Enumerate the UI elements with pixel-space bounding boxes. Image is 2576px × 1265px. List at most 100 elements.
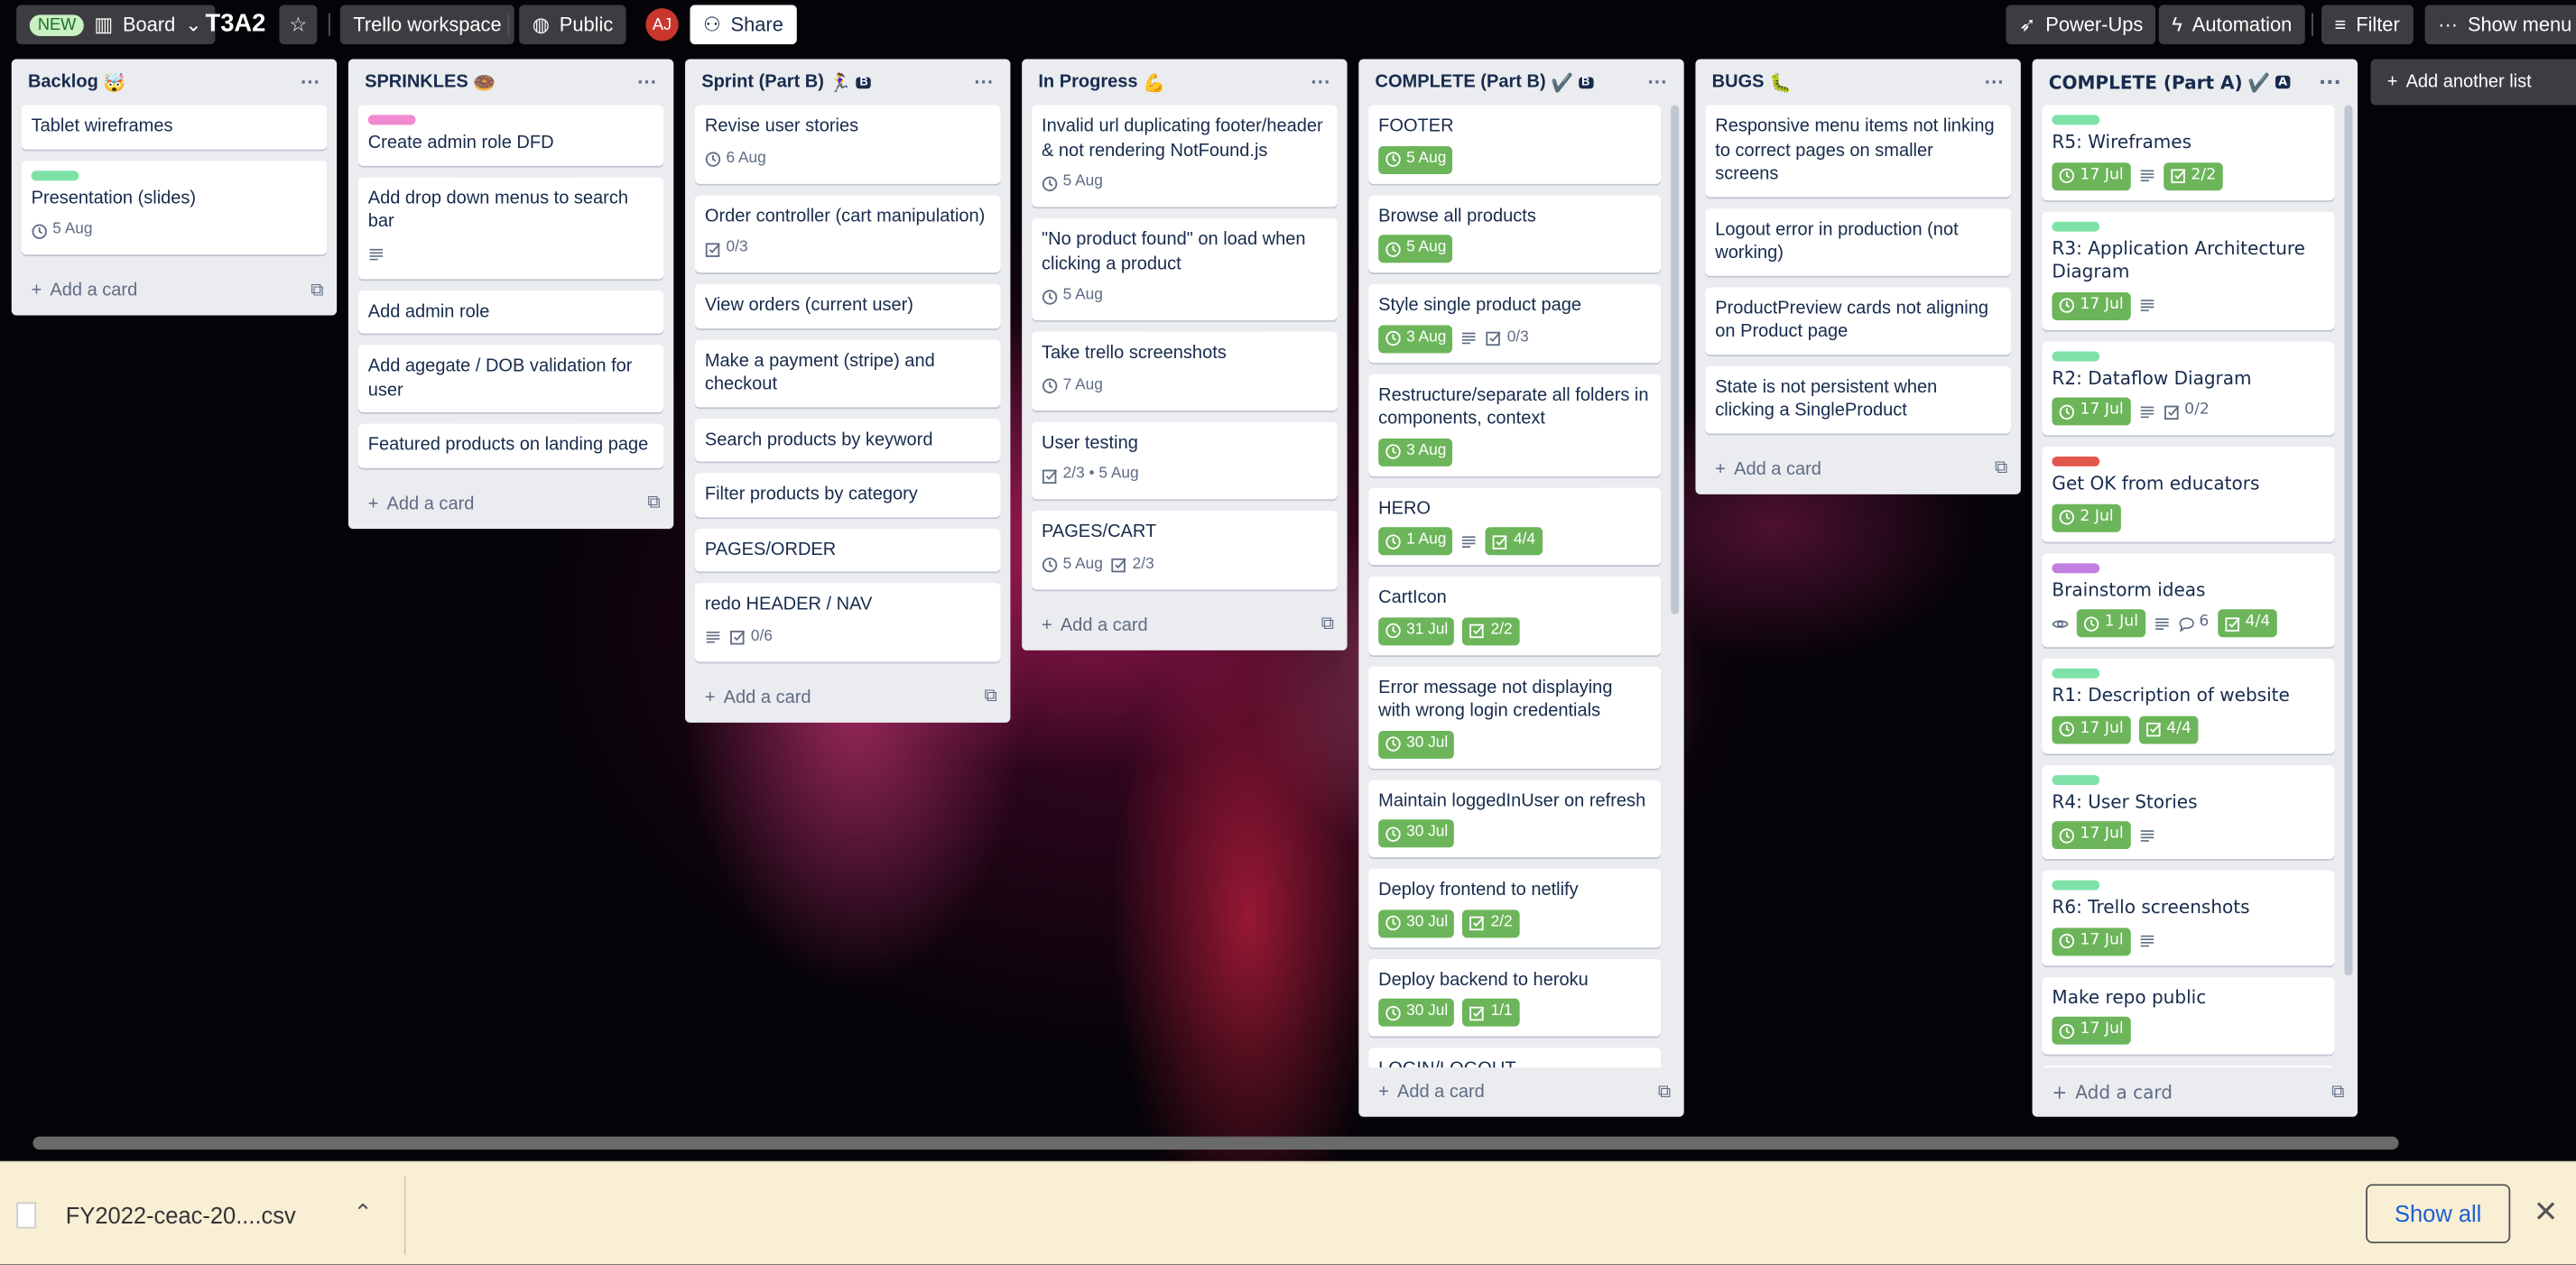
chevron-up-icon[interactable]: ⌃ xyxy=(353,1199,372,1227)
card[interactable]: Responsive menu items not linking to cor… xyxy=(1705,105,2011,197)
card[interactable]: R6: Trello screenshots 17 Jul xyxy=(2042,870,2335,965)
due-date-badge[interactable]: 30 Jul xyxy=(1378,819,1455,848)
card[interactable]: Format README.md17 Jul xyxy=(2042,1066,2335,1068)
add-card-button[interactable]: + Add a card ⧉ xyxy=(1022,600,1347,650)
card[interactable]: LOGIN/LOGOUT30 Jul3/3 xyxy=(1368,1048,1662,1068)
show-menu-button[interactable]: ··· Show menu xyxy=(2424,5,2576,45)
due-date-badge[interactable]: 17 Jul xyxy=(2052,291,2131,320)
due-date-badge[interactable]: 17 Jul xyxy=(2052,397,2131,426)
template-icon[interactable]: ⧉ xyxy=(985,687,997,708)
card[interactable]: R4: User Stories 17 Jul xyxy=(2042,764,2335,859)
card-label[interactable] xyxy=(2052,457,2100,466)
template-icon[interactable]: ⧉ xyxy=(1995,458,2007,480)
list-menu-icon[interactable]: ··· xyxy=(2319,70,2341,93)
due-date-badge[interactable]: 5 Aug xyxy=(1042,169,1103,197)
list-menu-icon[interactable]: ··· xyxy=(301,70,320,93)
due-date-badge[interactable]: 31 Jul xyxy=(1378,616,1455,645)
template-icon[interactable]: ⧉ xyxy=(1658,1082,1671,1103)
due-date-badge[interactable]: 30 Jul xyxy=(1378,730,1455,759)
list-menu-icon[interactable]: ··· xyxy=(1311,70,1331,93)
card[interactable]: Deploy backend to heroku 30 Jul 1/1 xyxy=(1368,958,1662,1037)
card[interactable]: Add admin role xyxy=(357,290,664,334)
card[interactable]: Create admin role DFD xyxy=(357,105,664,165)
card[interactable]: Add agegate / DOB validation for user xyxy=(357,345,664,412)
show-all-button[interactable]: Show all xyxy=(2366,1184,2511,1243)
card[interactable]: Browse all products 5 Aug xyxy=(1368,194,1662,273)
card-label[interactable] xyxy=(31,170,79,180)
list-header[interactable]: COMPLETE (Part A) ✔️ A ··· xyxy=(2033,60,2358,106)
due-date-badge[interactable]: 17 Jul xyxy=(2052,821,2131,850)
filter-button[interactable]: ≡ Filter xyxy=(2321,5,2414,45)
card[interactable]: Add drop down menus to search bar xyxy=(357,176,664,279)
download-filename[interactable]: FY2022-ceac-20....csv xyxy=(66,1202,296,1228)
card[interactable]: Order controller (cart manipulation) 0/3 xyxy=(694,194,1001,273)
due-date-badge[interactable]: 6 Aug xyxy=(705,145,766,173)
card[interactable]: Featured products on landing page xyxy=(357,423,664,467)
card[interactable]: Tablet wireframes xyxy=(21,105,328,149)
due-date-badge[interactable]: 2 Jul xyxy=(2052,503,2121,531)
card[interactable]: Deploy frontend to netlify 30 Jul 2/2 xyxy=(1368,868,1662,947)
due-date-badge[interactable]: 30 Jul xyxy=(1378,909,1455,937)
view-switcher-button[interactable]: NEW ▥ Board ⌄ xyxy=(16,5,216,45)
card[interactable]: Take trello screenshots 7 Aug xyxy=(1032,331,1338,411)
card[interactable]: Brainstorm ideas 1 Jul 6 4/4 xyxy=(2042,552,2335,648)
list-menu-icon[interactable]: ··· xyxy=(1985,70,2005,93)
card[interactable]: Make repo public 17 Jul xyxy=(2042,976,2335,1055)
card-label[interactable] xyxy=(2052,350,2100,361)
due-date-badge[interactable]: 30 Jul xyxy=(1378,998,1455,1027)
card[interactable]: User testing 2/3 • 5 Aug xyxy=(1032,420,1338,500)
share-button[interactable]: ⚇ Share xyxy=(690,5,797,45)
card[interactable]: R5: Wireframes 17 Jul 2/2 xyxy=(2042,105,2335,200)
card[interactable]: Invalid url duplicating footer/header & … xyxy=(1032,105,1338,208)
list-header[interactable]: SPRINKLES 🍩 ··· xyxy=(348,60,673,106)
list-header[interactable]: BUGS 🐛 ··· xyxy=(1695,60,2020,106)
card[interactable]: CartIcon 31 Jul 2/2 xyxy=(1368,576,1662,655)
due-date-badge[interactable]: 17 Jul xyxy=(2052,715,2131,743)
horizontal-scrollbar[interactable] xyxy=(32,1136,2399,1150)
card-label[interactable] xyxy=(2052,115,2100,125)
card[interactable]: View orders (current user) xyxy=(694,283,1001,328)
list-header[interactable]: In Progress 💪 ··· xyxy=(1022,60,1347,106)
power-ups-button[interactable]: ➶ Power-Ups xyxy=(2006,5,2156,45)
workspace-button[interactable]: Trello workspace xyxy=(339,5,515,45)
star-button[interactable]: ☆ xyxy=(279,5,318,45)
due-date-badge[interactable]: 3 Aug xyxy=(1378,324,1453,353)
card-label[interactable] xyxy=(367,115,416,125)
list-menu-icon[interactable]: ··· xyxy=(637,70,657,93)
list-menu-icon[interactable]: ··· xyxy=(1648,70,1668,93)
due-date-badge[interactable]: 7 Aug xyxy=(1042,372,1103,400)
card[interactable]: R3: Application Architecture Diagram 17 J… xyxy=(2042,210,2335,329)
close-icon[interactable]: ✕ xyxy=(2534,1196,2558,1230)
add-card-button[interactable]: + Add a card ⧉ xyxy=(685,672,1010,722)
card[interactable]: Logout error in production (not working) xyxy=(1705,208,2011,275)
due-date-badge[interactable]: 5 Aug xyxy=(32,217,93,245)
add-list-button[interactable]: + Add another list xyxy=(2370,59,2576,106)
card-label[interactable] xyxy=(2052,562,2100,573)
due-date-badge[interactable]: 17 Jul xyxy=(2052,927,2131,956)
card[interactable]: FOOTER 5 Aug xyxy=(1368,105,1662,183)
due-date-badge[interactable]: 5 Aug xyxy=(1042,282,1103,310)
card-label[interactable] xyxy=(2052,880,2100,891)
card[interactable]: Error message not displaying with wrong … xyxy=(1368,666,1662,768)
add-card-button[interactable]: + Add a card ⧉ xyxy=(2033,1067,2358,1117)
due-date-badge[interactable]: 1 Jul xyxy=(2076,609,2145,638)
due-date-badge[interactable]: 5 Aug xyxy=(1378,235,1453,263)
card[interactable]: R1: Description of website 17 Jul 4/4 xyxy=(2042,658,2335,753)
vertical-scrollbar[interactable] xyxy=(2344,105,2353,976)
card[interactable]: redo HEADER / NAV 0/6 xyxy=(694,583,1001,661)
avatar[interactable]: AJ xyxy=(645,8,679,42)
due-date-badge[interactable]: 3 Aug xyxy=(1378,438,1453,466)
due-date-badge[interactable]: 5 Aug xyxy=(1378,145,1453,174)
card-label[interactable] xyxy=(2052,774,2100,785)
add-card-button[interactable]: + Add a card ⧉ xyxy=(348,479,673,529)
due-date-badge[interactable]: 5 Aug xyxy=(1042,551,1103,579)
card[interactable]: State is not persistent when clicking a … xyxy=(1705,365,2011,433)
automation-button[interactable]: ϟ Automation xyxy=(2158,5,2305,45)
card[interactable]: Maintain loggedInUser on refresh 30 Jul xyxy=(1368,779,1662,858)
visibility-button[interactable]: ◍ Public xyxy=(519,5,626,45)
card[interactable]: Make a payment (stripe) and checkout xyxy=(694,338,1001,407)
card-label[interactable] xyxy=(2052,668,2100,679)
due-date-badge[interactable]: 17 Jul xyxy=(2052,162,2131,190)
card[interactable]: HERO 1 Aug 4/4 xyxy=(1368,486,1662,566)
add-card-button[interactable]: + Add a card ⧉ xyxy=(1358,1067,1683,1117)
